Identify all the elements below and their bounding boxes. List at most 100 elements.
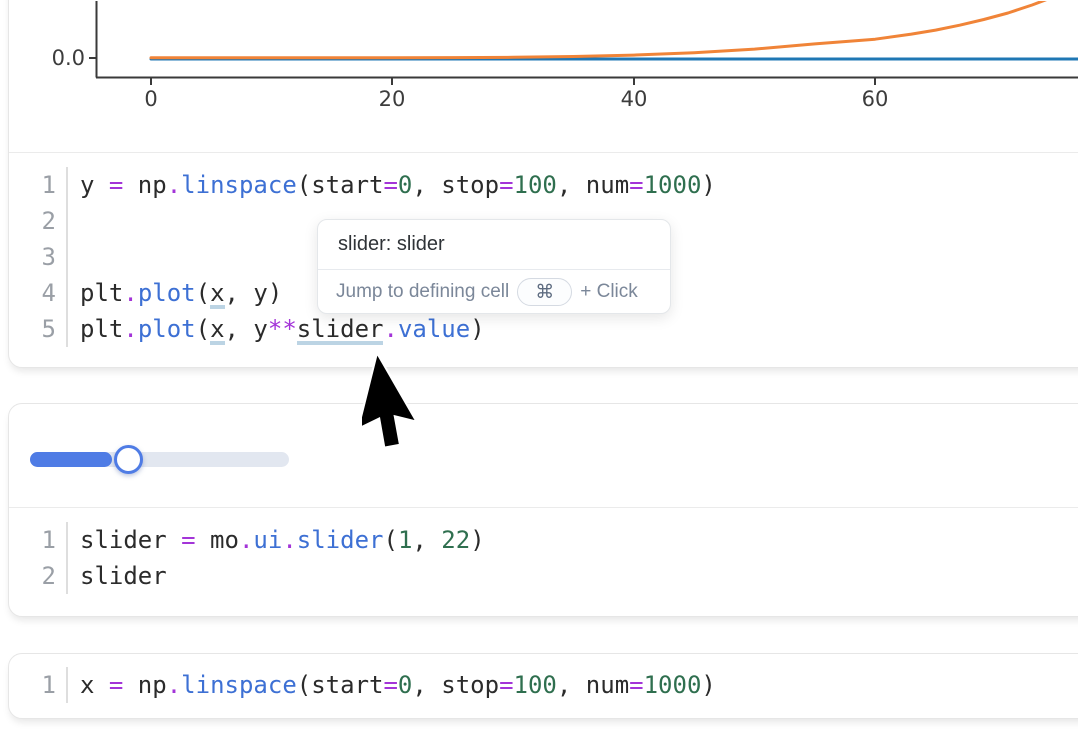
- code-line[interactable]: 2 slider: [9, 558, 1078, 594]
- code-token: .: [123, 315, 137, 343]
- code-text[interactable]: x = np.linspace(start=0, stop=100, num=1…: [66, 667, 1078, 703]
- x-tick-label: 0: [144, 87, 157, 111]
- code-token: , num: [557, 171, 629, 199]
- code-token: **: [268, 315, 297, 343]
- code-token: .: [239, 526, 253, 554]
- slider-fill: [30, 452, 112, 467]
- notebook-cell-x-def: 1x = np.linspace(start=0, stop=100, num=…: [8, 653, 1078, 719]
- slider-widget[interactable]: [30, 443, 290, 475]
- code-token: =: [109, 171, 123, 199]
- code-token: .: [167, 671, 181, 699]
- code-token: =: [499, 671, 513, 699]
- code-text[interactable]: plt.plot(x, y**slider.value): [66, 311, 1078, 347]
- variable-reference[interactable]: slider: [297, 315, 384, 345]
- code-token: , num: [557, 671, 629, 699]
- variable-tooltip: slider: slider Jump to defining cell ⌘ +…: [317, 219, 671, 314]
- code-token: linspace: [181, 671, 297, 699]
- code-token: (: [196, 315, 210, 343]
- code-line[interactable]: 1x = np.linspace(start=0, stop=100, num=…: [9, 667, 1078, 703]
- code-text[interactable]: y = np.linspace(start=0, stop=100, num=1…: [66, 167, 1078, 203]
- code-text[interactable]: slider: [66, 558, 1078, 594]
- code-token: ): [701, 671, 715, 699]
- tooltip-title: slider: slider: [318, 220, 670, 269]
- code-editor[interactable]: 1x = np.linspace(start=0, stop=100, num=…: [9, 654, 1078, 703]
- x-tick-label: 20: [379, 87, 406, 111]
- code-token: linspace: [181, 171, 297, 199]
- code-token: np: [123, 171, 166, 199]
- command-key-icon: ⌘: [535, 281, 554, 304]
- cursor-arrow: [362, 348, 457, 458]
- code-token: =: [629, 671, 643, 699]
- code-text[interactable]: slider = mo.ui.slider(1, 22): [66, 522, 1078, 558]
- line-number: 2: [9, 203, 66, 239]
- variable-reference[interactable]: x: [210, 315, 224, 345]
- code-editor[interactable]: 1slider = mo.ui.slider(1, 22)2slider: [9, 507, 1078, 594]
- line-number: 1: [9, 667, 66, 703]
- code-token: ): [701, 171, 715, 199]
- code-token: ui: [253, 526, 282, 554]
- line-number: 3: [9, 239, 66, 275]
- code-line[interactable]: 5plt.plot(x, y**slider.value): [9, 311, 1078, 347]
- code-token: plot: [138, 279, 196, 307]
- code-token: np: [123, 671, 166, 699]
- code-token: .: [123, 279, 137, 307]
- code-token: =: [629, 171, 643, 199]
- tooltip-hint-text: Jump to defining cell: [336, 281, 509, 303]
- code-token: plt: [80, 279, 123, 307]
- line-number: 1: [9, 522, 66, 558]
- tooltip-hint-suffix: + Click: [580, 281, 638, 303]
- code-token: (start: [297, 171, 384, 199]
- command-key-badge: ⌘: [517, 278, 572, 306]
- code-token: plt: [80, 315, 123, 343]
- line-series-y-pow-slider: [151, 1, 1074, 58]
- code-token: mo: [196, 526, 239, 554]
- code-token: =: [499, 171, 513, 199]
- code-token: ,: [412, 526, 441, 554]
- line-number: 1: [9, 167, 66, 203]
- code-token: =: [383, 671, 397, 699]
- code-token: =: [109, 671, 123, 699]
- code-token: slider: [297, 526, 384, 554]
- code-token: 100: [514, 671, 557, 699]
- code-token: 1000: [644, 171, 702, 199]
- code-token: 100: [514, 171, 557, 199]
- code-token: .: [383, 315, 397, 343]
- code-token: 0: [398, 171, 412, 199]
- line-number: 5: [9, 311, 66, 347]
- code-token: 1: [398, 526, 412, 554]
- code-token: =: [383, 171, 397, 199]
- code-token: slider: [80, 562, 167, 590]
- x-tick-label: 40: [621, 87, 648, 111]
- code-token: .: [282, 526, 296, 554]
- code-token: , y): [225, 279, 283, 307]
- code-token: , y: [225, 315, 268, 343]
- matplotlib-chart: 0.0 0 20 40 60: [9, 1, 1078, 152]
- x-tick-label: 60: [862, 87, 889, 111]
- code-token: 0: [398, 671, 412, 699]
- code-token: 22: [441, 526, 470, 554]
- code-token: =: [181, 526, 195, 554]
- code-token: , stop: [412, 671, 499, 699]
- slider-handle[interactable]: [114, 445, 143, 474]
- code-token: plot: [138, 315, 196, 343]
- notebook-cell-slider: 1slider = mo.ui.slider(1, 22)2slider: [8, 403, 1078, 617]
- code-token: x: [80, 671, 109, 699]
- code-line[interactable]: 1y = np.linspace(start=0, stop=100, num=…: [9, 167, 1078, 203]
- code-token: ): [470, 526, 484, 554]
- code-token: (: [383, 526, 397, 554]
- line-number: 4: [9, 275, 66, 311]
- code-token: value: [398, 315, 470, 343]
- code-token: slider: [80, 526, 181, 554]
- code-token: , stop: [412, 171, 499, 199]
- code-token: .: [167, 171, 181, 199]
- code-token: y: [80, 171, 109, 199]
- code-line[interactable]: 1slider = mo.ui.slider(1, 22): [9, 522, 1078, 558]
- tooltip-hint-row: Jump to defining cell ⌘ + Click: [318, 270, 670, 314]
- code-token: (start: [297, 671, 384, 699]
- y-tick-label: 0.0: [52, 46, 85, 70]
- code-token: (: [196, 279, 210, 307]
- variable-reference[interactable]: x: [210, 279, 224, 309]
- code-token: 1000: [644, 671, 702, 699]
- line-number: 2: [9, 558, 66, 594]
- code-token: ): [470, 315, 484, 343]
